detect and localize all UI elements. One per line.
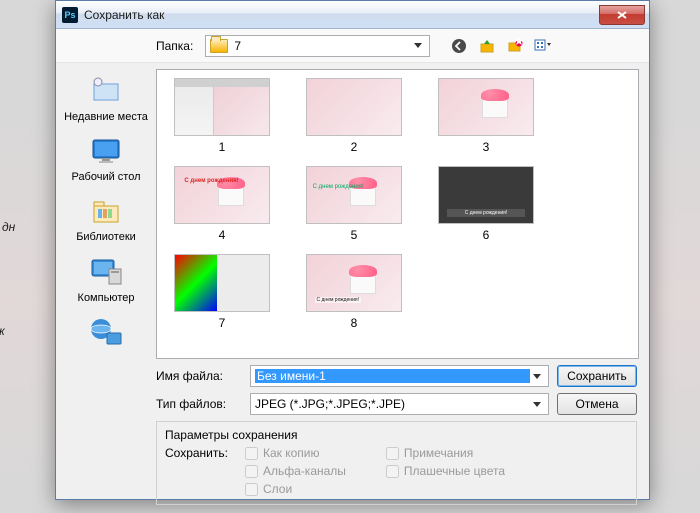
- file-list[interactable]: 123С днем рождения!4С днем рождения!5С д…: [156, 69, 639, 359]
- place-label: Компьютер: [78, 292, 135, 305]
- back-arrow-icon: [451, 38, 467, 54]
- save-button[interactable]: Сохранить: [557, 365, 637, 387]
- place-libraries[interactable]: Библиотеки: [60, 191, 152, 247]
- filename-combobox[interactable]: [250, 365, 549, 387]
- folder-row: Папка: 7 ★: [56, 29, 649, 63]
- titlebar: Ps Сохранить как: [56, 1, 649, 29]
- alpha-checkbox[interactable]: Альфа-каналы: [245, 464, 346, 478]
- place-recent[interactable]: Недавние места: [60, 71, 152, 127]
- up-folder-icon: [479, 38, 495, 54]
- place-computer[interactable]: Компьютер: [60, 252, 152, 308]
- thumbnail-label: 2: [351, 140, 358, 154]
- chevron-down-icon: [530, 397, 544, 411]
- file-thumbnail[interactable]: 7: [165, 254, 279, 330]
- place-label: Недавние места: [64, 111, 148, 124]
- recent-places-icon: [89, 74, 123, 108]
- view-icon: [534, 38, 552, 54]
- view-menu-button[interactable]: [532, 35, 554, 57]
- layers-checkbox[interactable]: Слои: [245, 482, 346, 496]
- thumbnail-label: 1: [219, 140, 226, 154]
- thumbnail-label: 8: [351, 316, 358, 330]
- filename-label: Имя файла:: [156, 369, 242, 383]
- checkbox-label: Как копию: [263, 446, 320, 460]
- filename-input[interactable]: [255, 369, 530, 383]
- save-label: Сохранить:: [165, 446, 235, 460]
- spot-checkbox[interactable]: Плашечные цвета: [386, 464, 505, 478]
- close-button[interactable]: [599, 5, 645, 25]
- dialog-title: Сохранить как: [84, 8, 599, 22]
- filetype-value: JPEG (*.JPG;*.JPEG;*.JPE): [255, 397, 405, 411]
- up-button[interactable]: [476, 35, 498, 57]
- file-thumbnail[interactable]: С днем рождения!5: [297, 166, 411, 242]
- new-folder-icon: ★: [507, 38, 523, 54]
- folder-icon: [210, 39, 228, 53]
- checkbox-label: Слои: [263, 482, 292, 496]
- places-bar: Недавние места Рабочий стол Библиотеки К…: [56, 63, 156, 359]
- thumbnail-label: 3: [483, 140, 490, 154]
- desktop-icon: [89, 134, 123, 168]
- folder-name: 7: [234, 39, 241, 53]
- chevron-down-icon: [411, 39, 425, 53]
- computer-icon: [89, 255, 123, 289]
- save-parameters-group: Параметры сохранения Сохранить: Как копи…: [156, 421, 637, 505]
- place-label: Рабочий стол: [71, 171, 140, 184]
- bg-text: С дн: [0, 220, 15, 234]
- photoshop-icon: Ps: [62, 7, 78, 23]
- file-thumbnail[interactable]: 2: [297, 78, 411, 154]
- place-desktop[interactable]: Рабочий стол: [60, 131, 152, 187]
- new-folder-button[interactable]: ★: [504, 35, 526, 57]
- place-label: Библиотеки: [76, 231, 136, 244]
- thumbnail-label: 6: [483, 228, 490, 242]
- file-thumbnail[interactable]: С днем рождения!8: [297, 254, 411, 330]
- bg-text: ож: [0, 324, 15, 338]
- save-params-title: Параметры сохранения: [165, 428, 628, 442]
- save-as-dialog: Ps Сохранить как Папка: 7 ★: [55, 0, 650, 500]
- folder-label: Папка:: [156, 39, 193, 53]
- file-thumbnail[interactable]: С днем рождения!6: [429, 166, 543, 242]
- libraries-icon: [89, 194, 123, 228]
- back-button[interactable]: [448, 35, 470, 57]
- network-icon: [89, 315, 123, 349]
- thumbnail-label: 5: [351, 228, 358, 242]
- file-thumbnail[interactable]: 3: [429, 78, 543, 154]
- svg-text:★: ★: [514, 38, 523, 48]
- cancel-button[interactable]: Отмена: [557, 393, 637, 415]
- thumbnail-label: 7: [219, 316, 226, 330]
- checkbox-label: Примечания: [404, 446, 473, 460]
- file-thumbnail[interactable]: 1: [165, 78, 279, 154]
- checkbox-label: Плашечные цвета: [404, 464, 505, 478]
- place-network[interactable]: [60, 312, 152, 355]
- notes-checkbox[interactable]: Примечания: [386, 446, 505, 460]
- close-icon: [616, 10, 628, 20]
- filetype-label: Тип файлов:: [156, 397, 242, 411]
- checkbox-label: Альфа-каналы: [263, 464, 346, 478]
- file-thumbnail[interactable]: С днем рождения!4: [165, 166, 279, 242]
- folder-combobox[interactable]: 7: [205, 35, 430, 57]
- filetype-combobox[interactable]: JPEG (*.JPG;*.JPEG;*.JPE): [250, 393, 549, 415]
- chevron-down-icon: [530, 369, 544, 383]
- as-copy-checkbox[interactable]: Как копию: [245, 446, 346, 460]
- thumbnail-label: 4: [219, 228, 226, 242]
